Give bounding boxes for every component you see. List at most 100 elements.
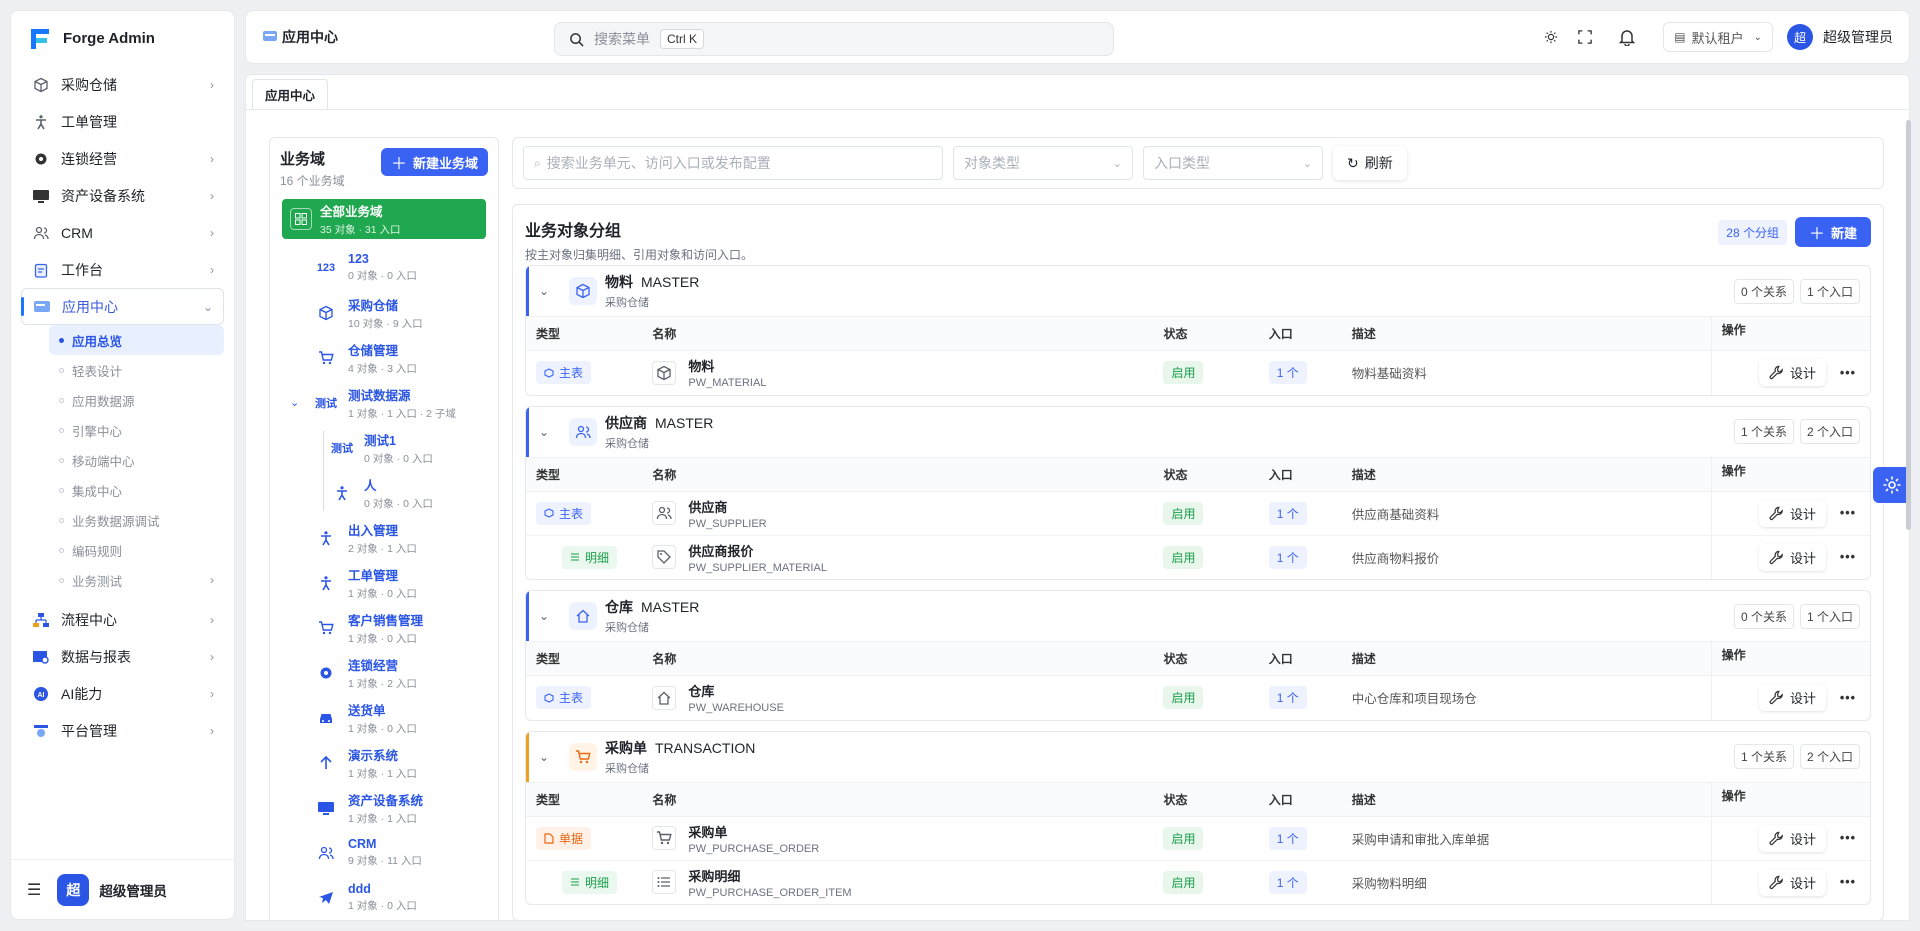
domain-item[interactable]: 123 123 0 对象 · 0 入口 bbox=[270, 245, 498, 290]
design-button[interactable]: 设计 bbox=[1759, 500, 1826, 527]
settings-float-button[interactable] bbox=[1873, 467, 1910, 503]
sidebar-item-after-2[interactable]: AI AI能力 › bbox=[21, 675, 224, 712]
avatar[interactable]: 超 bbox=[57, 873, 90, 906]
col-type-header: 类型 bbox=[526, 456, 643, 492]
domain-meta: 1 对象 · 0 入口 bbox=[348, 587, 417, 600]
table-row[interactable]: 明细 采购明细 PW_PURCHASE_ORDER_ITEM 启用 1 个 采购物料明细 设… bbox=[526, 860, 1870, 904]
design-button[interactable]: 设计 bbox=[1759, 684, 1826, 711]
more-icon[interactable]: ••• bbox=[1836, 831, 1860, 845]
submenu-item-5[interactable]: 集成中心 bbox=[49, 475, 224, 505]
box-icon bbox=[569, 277, 597, 305]
bell-icon[interactable] bbox=[1611, 21, 1643, 53]
more-icon[interactable]: ••• bbox=[1836, 506, 1860, 520]
page-scrollbar[interactable] bbox=[1906, 120, 1911, 530]
domain-item[interactable]: 人 0 对象 · 0 入口 bbox=[270, 470, 498, 515]
table-row[interactable]: 主表 仓库 PW_WAREHOUSE 启用 1 个 中心仓库和项目现场仓 设计 ••• bbox=[526, 675, 1870, 720]
chevron-down-icon[interactable]: ⌄ bbox=[539, 425, 561, 439]
submenu-item-7[interactable]: 编码规则 bbox=[49, 535, 224, 565]
tenant-select[interactable]: ▤ 默认租户 ⌄ bbox=[1663, 22, 1773, 52]
object-type-select[interactable]: 对象类型 ⌄ bbox=[953, 146, 1133, 180]
sidebar-item-6[interactable]: 应用中心 ⌄ bbox=[21, 288, 224, 325]
table-row[interactable]: 主表 供应商 PW_SUPPLIER 启用 1 个 供应商基础资料 设计 ••• bbox=[526, 491, 1870, 536]
more-icon[interactable]: ••• bbox=[1836, 366, 1860, 380]
more-icon[interactable]: ••• bbox=[1836, 550, 1860, 564]
submenu-item-4[interactable]: 移动端中心 bbox=[49, 445, 224, 475]
sidebar-submenu: 应用总览 轻表设计应用数据源引擎中心 移动端中心 集成中心 业务数据源调试编码规则业务测… bbox=[21, 325, 224, 595]
table-row[interactable]: 单据 采购单 PW_PURCHASE_ORDER 启用 1 个 采购申请和审批入库单据 设计… bbox=[526, 816, 1870, 861]
sidebar-item-1[interactable]: 工单管理 bbox=[21, 103, 224, 140]
object-code: PW_SUPPLIER_MATERIAL bbox=[688, 561, 827, 574]
sidebar-item-after-3[interactable]: 平台管理 › bbox=[21, 712, 224, 749]
user-menu[interactable]: 超 超级管理员 bbox=[1787, 24, 1893, 50]
brand[interactable]: Forge Admin bbox=[11, 11, 234, 66]
submenu-item-label: 应用数据源 bbox=[72, 394, 135, 409]
chevron-down-icon[interactable]: ⌄ bbox=[539, 750, 561, 764]
table-row[interactable]: 明细 供应商报价 PW_SUPPLIER_MATERIAL 启用 1 个 供应商物料报价 设… bbox=[526, 535, 1870, 579]
fullscreen-icon[interactable] bbox=[1569, 21, 1601, 53]
submenu-item-2[interactable]: 应用数据源 bbox=[49, 385, 224, 415]
design-button[interactable]: 设计 bbox=[1759, 869, 1826, 896]
chevron-down-icon[interactable]: ⌄ bbox=[539, 609, 561, 623]
submenu-item-label: 业务测试 bbox=[72, 574, 123, 589]
entry-badge[interactable]: 1 个 bbox=[1268, 545, 1307, 569]
submenu-item-1[interactable]: 轻表设计 bbox=[49, 355, 224, 385]
domain-item[interactable]: 测试 测试1 0 对象 · 0 入口 bbox=[270, 425, 498, 470]
tab-app-center[interactable]: 应用中心 bbox=[252, 79, 329, 109]
chevron-right-icon: › bbox=[210, 262, 214, 277]
domain-item[interactable]: 演示系统 1 对象 · 1 入口 bbox=[270, 740, 498, 785]
entry-badge[interactable]: 1 个 bbox=[1268, 361, 1307, 385]
table-row[interactable]: 主表 物料 PW_MATERIAL 启用 1 个 物料基础资料 设计 ••• bbox=[526, 350, 1870, 395]
domain-item[interactable]: 送货单 1 对象 · 0 入口 bbox=[270, 695, 498, 740]
chevron-down-icon[interactable]: ⌄ bbox=[539, 284, 561, 298]
entry-badge[interactable]: 1 个 bbox=[1268, 826, 1307, 850]
domain-item[interactable]: 客户销售管理 1 对象 · 0 入口 bbox=[270, 605, 498, 650]
theme-sun-icon[interactable] bbox=[1535, 21, 1567, 53]
entry-badge[interactable]: 1 个 bbox=[1268, 686, 1307, 710]
collapse-menu-icon[interactable]: ☰ bbox=[27, 880, 41, 900]
domain-item[interactable]: 连锁经营 1 对象 · 2 入口 bbox=[270, 650, 498, 695]
domain-item[interactable]: ddd 1 对象 · 0 入口 bbox=[270, 875, 498, 920]
design-button[interactable]: 设计 bbox=[1759, 359, 1826, 386]
sidebar-item-0[interactable]: 采购仓储 › bbox=[21, 66, 224, 103]
more-icon[interactable]: ••• bbox=[1836, 691, 1860, 705]
wrench-icon bbox=[1769, 875, 1784, 890]
group-header: ⌄ 物料 MASTER 采购仓储 0 个关系 1 个入口 bbox=[526, 266, 1870, 316]
object-search-input[interactable]: ⌕ 搜索业务单元、访问入口或发布配置 bbox=[523, 146, 943, 180]
domain-all[interactable]: 全部业务域 35 对象 · 31 入口 bbox=[282, 199, 486, 239]
entry-badge[interactable]: 1 个 bbox=[1268, 501, 1307, 525]
design-button[interactable]: 设计 bbox=[1759, 544, 1826, 571]
domain-item[interactable]: 资产设备系统 1 对象 · 1 入口 bbox=[270, 785, 498, 830]
domain-item[interactable]: 仓储管理 4 对象 · 3 入口 bbox=[270, 335, 498, 380]
col-ops-header: 操作 bbox=[1710, 781, 1870, 817]
entry-type-placeholder: 入口类型 bbox=[1154, 155, 1210, 171]
submenu-item-8[interactable]: 业务测试 › bbox=[49, 565, 224, 595]
sidebar-item-after-0[interactable]: 流程中心 › bbox=[21, 601, 224, 638]
report-icon bbox=[31, 647, 51, 667]
sidebar-item-5[interactable]: 工作台 › bbox=[21, 251, 224, 288]
domain-item[interactable]: 采购仓储 10 对象 · 9 入口 bbox=[270, 290, 498, 335]
design-button[interactable]: 设计 bbox=[1759, 825, 1826, 852]
submenu-item-3[interactable]: 引擎中心 bbox=[49, 415, 224, 445]
refresh-button[interactable]: ↻ 刷新 bbox=[1333, 146, 1407, 180]
chevron-down-icon[interactable]: ⌄ bbox=[290, 396, 299, 409]
sidebar-item-4[interactable]: CRM › bbox=[21, 214, 224, 251]
sidebar-item-after-1[interactable]: 数据与报表 › bbox=[21, 638, 224, 675]
domain-item[interactable]: 工单管理 1 对象 · 0 入口 bbox=[270, 560, 498, 605]
more-icon[interactable]: ••• bbox=[1836, 875, 1860, 889]
sidebar-item-3[interactable]: 资产设备系统 › bbox=[21, 177, 224, 214]
domain-item[interactable]: CRM 9 对象 · 11 入口 bbox=[270, 830, 498, 875]
group-table: 类型 名称 状态 入口 描述 操作 单据 采购单 PW_PURCHASE_ORDER 启用 1 个采… bbox=[526, 781, 1870, 904]
new-domain-button[interactable]: ＋ 新建业务域 bbox=[380, 148, 488, 176]
person-icon bbox=[314, 526, 338, 550]
domain-item[interactable]: ⌄ 测试 测试数据源 1 对象 · 1 入口 · 2 子域 bbox=[270, 380, 498, 425]
entry-badge[interactable]: 1 个 bbox=[1268, 870, 1307, 894]
sidebar-item-2[interactable]: 连锁经营 › bbox=[21, 140, 224, 177]
submenu-item-6[interactable]: 业务数据源调试 bbox=[49, 505, 224, 535]
submenu-item-label: 编码规则 bbox=[72, 544, 123, 559]
menu-search[interactable]: 搜索菜单 Ctrl K bbox=[554, 22, 1114, 56]
domain-list: 123 123 0 对象 · 0 入口 采购仓储 10 对象 · 9 入口 仓储管理 4 对… bbox=[270, 245, 498, 920]
entry-type-select[interactable]: 入口类型 ⌄ bbox=[1143, 146, 1323, 180]
domain-item[interactable]: 出入管理 2 对象 · 1 入口 bbox=[270, 515, 498, 560]
new-group-button[interactable]: ＋ 新建 bbox=[1794, 217, 1871, 247]
submenu-item-0[interactable]: 应用总览 bbox=[49, 325, 224, 355]
